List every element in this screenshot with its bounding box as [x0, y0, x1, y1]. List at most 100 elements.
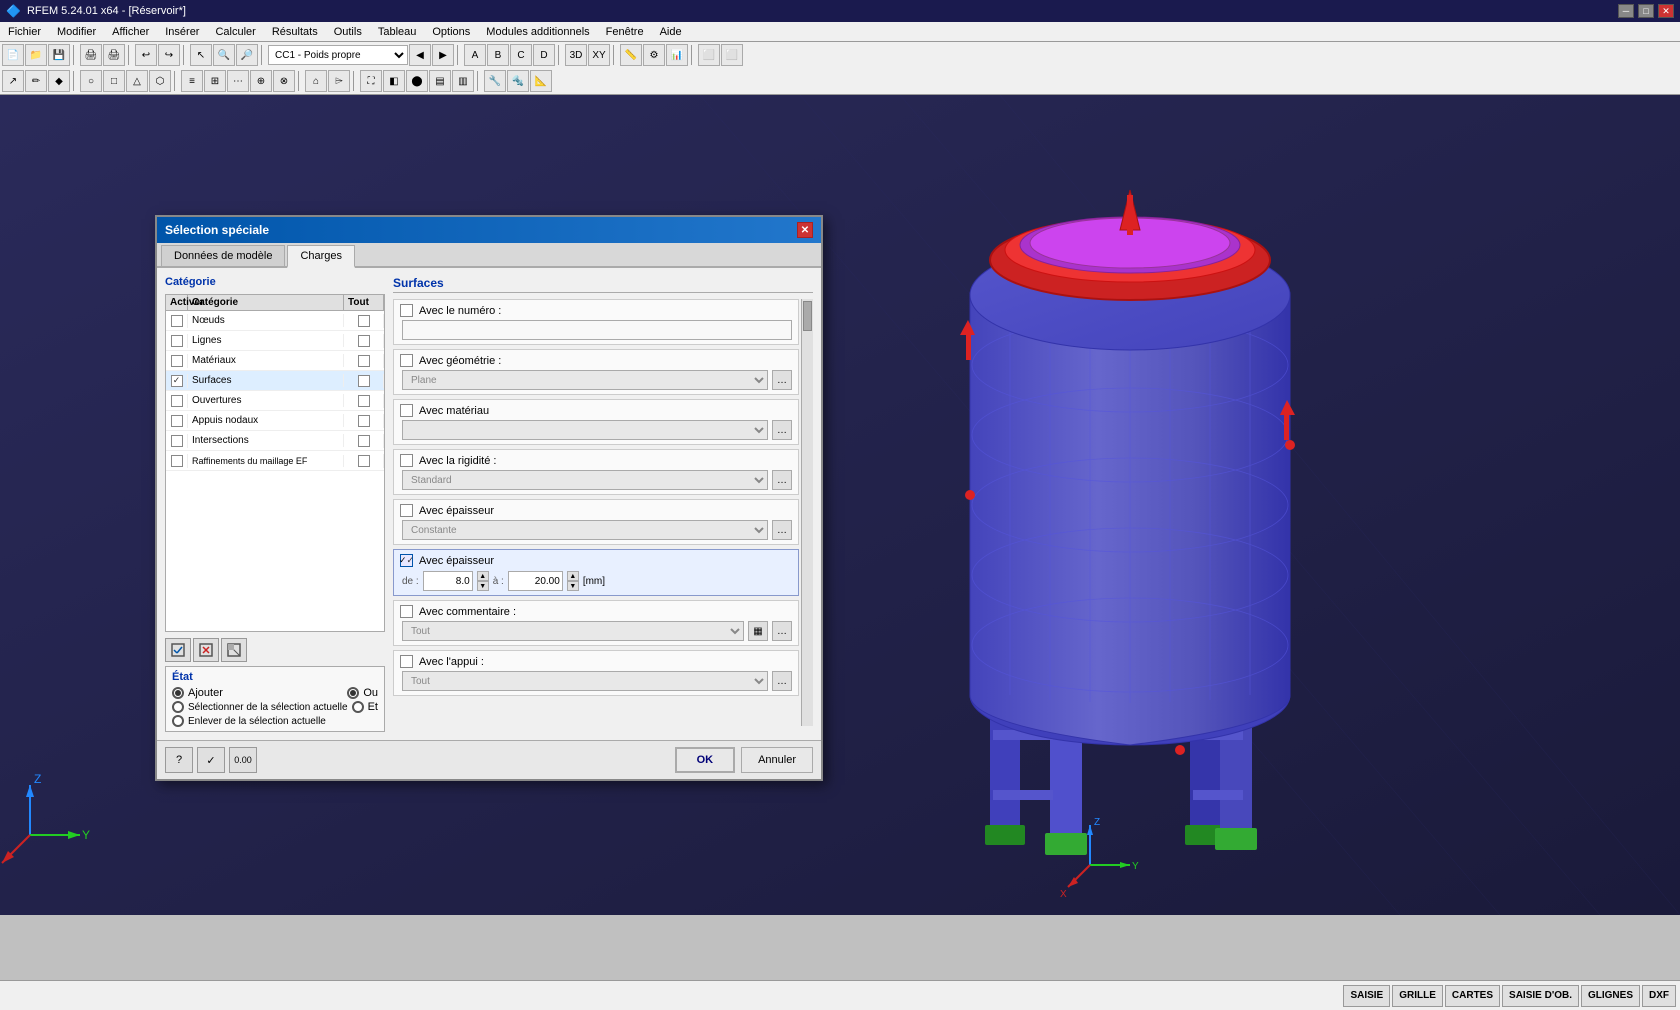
menu-inserer[interactable]: Insérer — [161, 25, 203, 39]
tb2-11[interactable]: ⊕ — [250, 70, 272, 92]
tb2-17[interactable]: ⬤ — [406, 70, 428, 92]
range-to-input[interactable] — [508, 571, 563, 591]
cat-row-raffinements[interactable]: Raffinements du maillage EF — [166, 451, 384, 471]
check-avec-epaisseur-2[interactable]: ✓ — [400, 554, 413, 567]
tb2-15[interactable]: ⛶ — [360, 70, 382, 92]
tb2-22[interactable]: 📐 — [530, 70, 552, 92]
check-noeuds-activer[interactable] — [171, 315, 183, 327]
status-dxf[interactable]: DXF — [1642, 985, 1676, 1007]
range-from-spin[interactable]: ▲ ▼ — [477, 571, 489, 591]
tb-calc[interactable]: ⚙ — [643, 44, 665, 66]
check-avec-numero[interactable] — [400, 304, 413, 317]
menu-options[interactable]: Options — [428, 25, 474, 39]
cat-row-intersections[interactable]: Intersections — [166, 431, 384, 451]
tb2-10[interactable]: ⋯ — [227, 70, 249, 92]
tb-print[interactable]: 🖨 — [80, 44, 102, 66]
btn-rigidite-detail[interactable]: … — [772, 470, 792, 490]
cat-row-appuis-nodaux[interactable]: Appuis nodaux — [166, 411, 384, 431]
tb2-18[interactable]: ▤ — [429, 70, 451, 92]
spin-from-up[interactable]: ▲ — [477, 571, 489, 581]
check-ouvertures-activer[interactable] — [171, 395, 183, 407]
tb-open[interactable]: 📁 — [25, 44, 47, 66]
tb-undo[interactable]: ↩ — [135, 44, 157, 66]
tb-print2[interactable]: 🖨 — [103, 44, 125, 66]
check-avec-commentaire[interactable] — [400, 605, 413, 618]
check-avec-materiau[interactable] — [400, 404, 413, 417]
menu-afficher[interactable]: Afficher — [108, 25, 153, 39]
tb-zoom-out[interactable]: 🔎 — [236, 44, 258, 66]
check-ouvertures-tout[interactable] — [358, 395, 370, 407]
combo-geometrie[interactable]: Plane — [402, 370, 768, 390]
check-appuis-activer[interactable] — [171, 415, 183, 427]
menu-tableau[interactable]: Tableau — [374, 25, 421, 39]
tb-zoom-in[interactable]: 🔍 — [213, 44, 235, 66]
tb2-4[interactable]: ○ — [80, 70, 102, 92]
tb2-21[interactable]: 🔩 — [507, 70, 529, 92]
reset-button[interactable]: 0.00 — [229, 747, 257, 773]
check-intersections-activer[interactable] — [171, 435, 183, 447]
tb2-19[interactable]: ▥ — [452, 70, 474, 92]
check-avec-rigidite[interactable] — [400, 454, 413, 467]
tb-btn-c[interactable]: C — [510, 44, 532, 66]
btn-geometrie-detail[interactable]: … — [772, 370, 792, 390]
select-all-btn[interactable] — [165, 638, 191, 662]
tb-new[interactable]: 📄 — [2, 44, 24, 66]
check-avec-epaisseur-1[interactable] — [400, 504, 413, 517]
minimize-button[interactable]: ─ — [1618, 4, 1634, 18]
combo-materiau[interactable] — [402, 420, 768, 440]
check-lignes-activer[interactable] — [171, 335, 183, 347]
radio-ou[interactable] — [347, 687, 359, 699]
load-case-combo[interactable]: CC1 - Poids propre — [268, 45, 408, 65]
tb-view-xy[interactable]: XY — [588, 44, 610, 66]
tb2-9[interactable]: ⊞ — [204, 70, 226, 92]
menu-outils[interactable]: Outils — [330, 25, 366, 39]
tb-btn-a[interactable]: A — [464, 44, 486, 66]
check-button[interactable]: ✓ — [197, 747, 225, 773]
tab-donnees-modele[interactable]: Données de modèle — [161, 245, 285, 266]
clear-all-btn[interactable] — [193, 638, 219, 662]
invert-selection-btn[interactable] — [221, 638, 247, 662]
btn-epaisseur-1-detail[interactable]: … — [772, 520, 792, 540]
check-materiaux-tout[interactable] — [358, 355, 370, 367]
radio-ajouter[interactable] — [172, 687, 184, 699]
cat-row-surfaces[interactable]: Surfaces — [166, 371, 384, 391]
check-raffinements-tout[interactable] — [358, 455, 370, 467]
check-avec-appui[interactable] — [400, 655, 413, 668]
dialog-close-button[interactable]: ✕ — [797, 222, 813, 238]
tb-save[interactable]: 💾 — [48, 44, 70, 66]
cat-row-noeuds[interactable]: Nœuds — [166, 311, 384, 331]
combo-appui[interactable]: Tout — [402, 671, 768, 691]
tb2-14[interactable]: ⌲ — [328, 70, 350, 92]
status-saisie-ob[interactable]: SAISIE D'OB. — [1502, 985, 1579, 1007]
check-materiaux-activer[interactable] — [171, 355, 183, 367]
cat-row-materiaux[interactable]: Matériaux — [166, 351, 384, 371]
btn-materiau-detail[interactable]: … — [772, 420, 792, 440]
tb2-3[interactable]: ◆ — [48, 70, 70, 92]
input-numero[interactable] — [402, 320, 792, 340]
check-appuis-tout[interactable] — [358, 415, 370, 427]
close-button[interactable]: ✕ — [1658, 4, 1674, 18]
check-avec-geometrie[interactable] — [400, 354, 413, 367]
menu-modules[interactable]: Modules additionnels — [482, 25, 593, 39]
scrollbar-thumb[interactable] — [803, 301, 812, 331]
maximize-button[interactable]: □ — [1638, 4, 1654, 18]
tb-select[interactable]: ↖ — [190, 44, 212, 66]
radio-et[interactable] — [352, 701, 364, 713]
ok-button[interactable]: OK — [675, 747, 736, 773]
btn-commentaire-2[interactable]: … — [772, 621, 792, 641]
tb-extra-2[interactable]: ⬜ — [721, 44, 743, 66]
tb2-16[interactable]: ◧ — [383, 70, 405, 92]
spin-from-down[interactable]: ▼ — [477, 581, 489, 591]
menu-fichier[interactable]: Fichier — [4, 25, 45, 39]
tb-nav-prev[interactable]: ◀ — [409, 44, 431, 66]
tb2-12[interactable]: ⊗ — [273, 70, 295, 92]
btn-commentaire-1[interactable]: ▦ — [748, 621, 768, 641]
check-intersections-tout[interactable] — [358, 435, 370, 447]
cat-row-lignes[interactable]: Lignes — [166, 331, 384, 351]
range-from-input[interactable] — [423, 571, 473, 591]
menu-aide[interactable]: Aide — [656, 25, 686, 39]
tb2-7[interactable]: ⬡ — [149, 70, 171, 92]
help-button[interactable]: ? — [165, 747, 193, 773]
radio-selectionner[interactable] — [172, 701, 184, 713]
radio-enlever[interactable] — [172, 715, 184, 727]
